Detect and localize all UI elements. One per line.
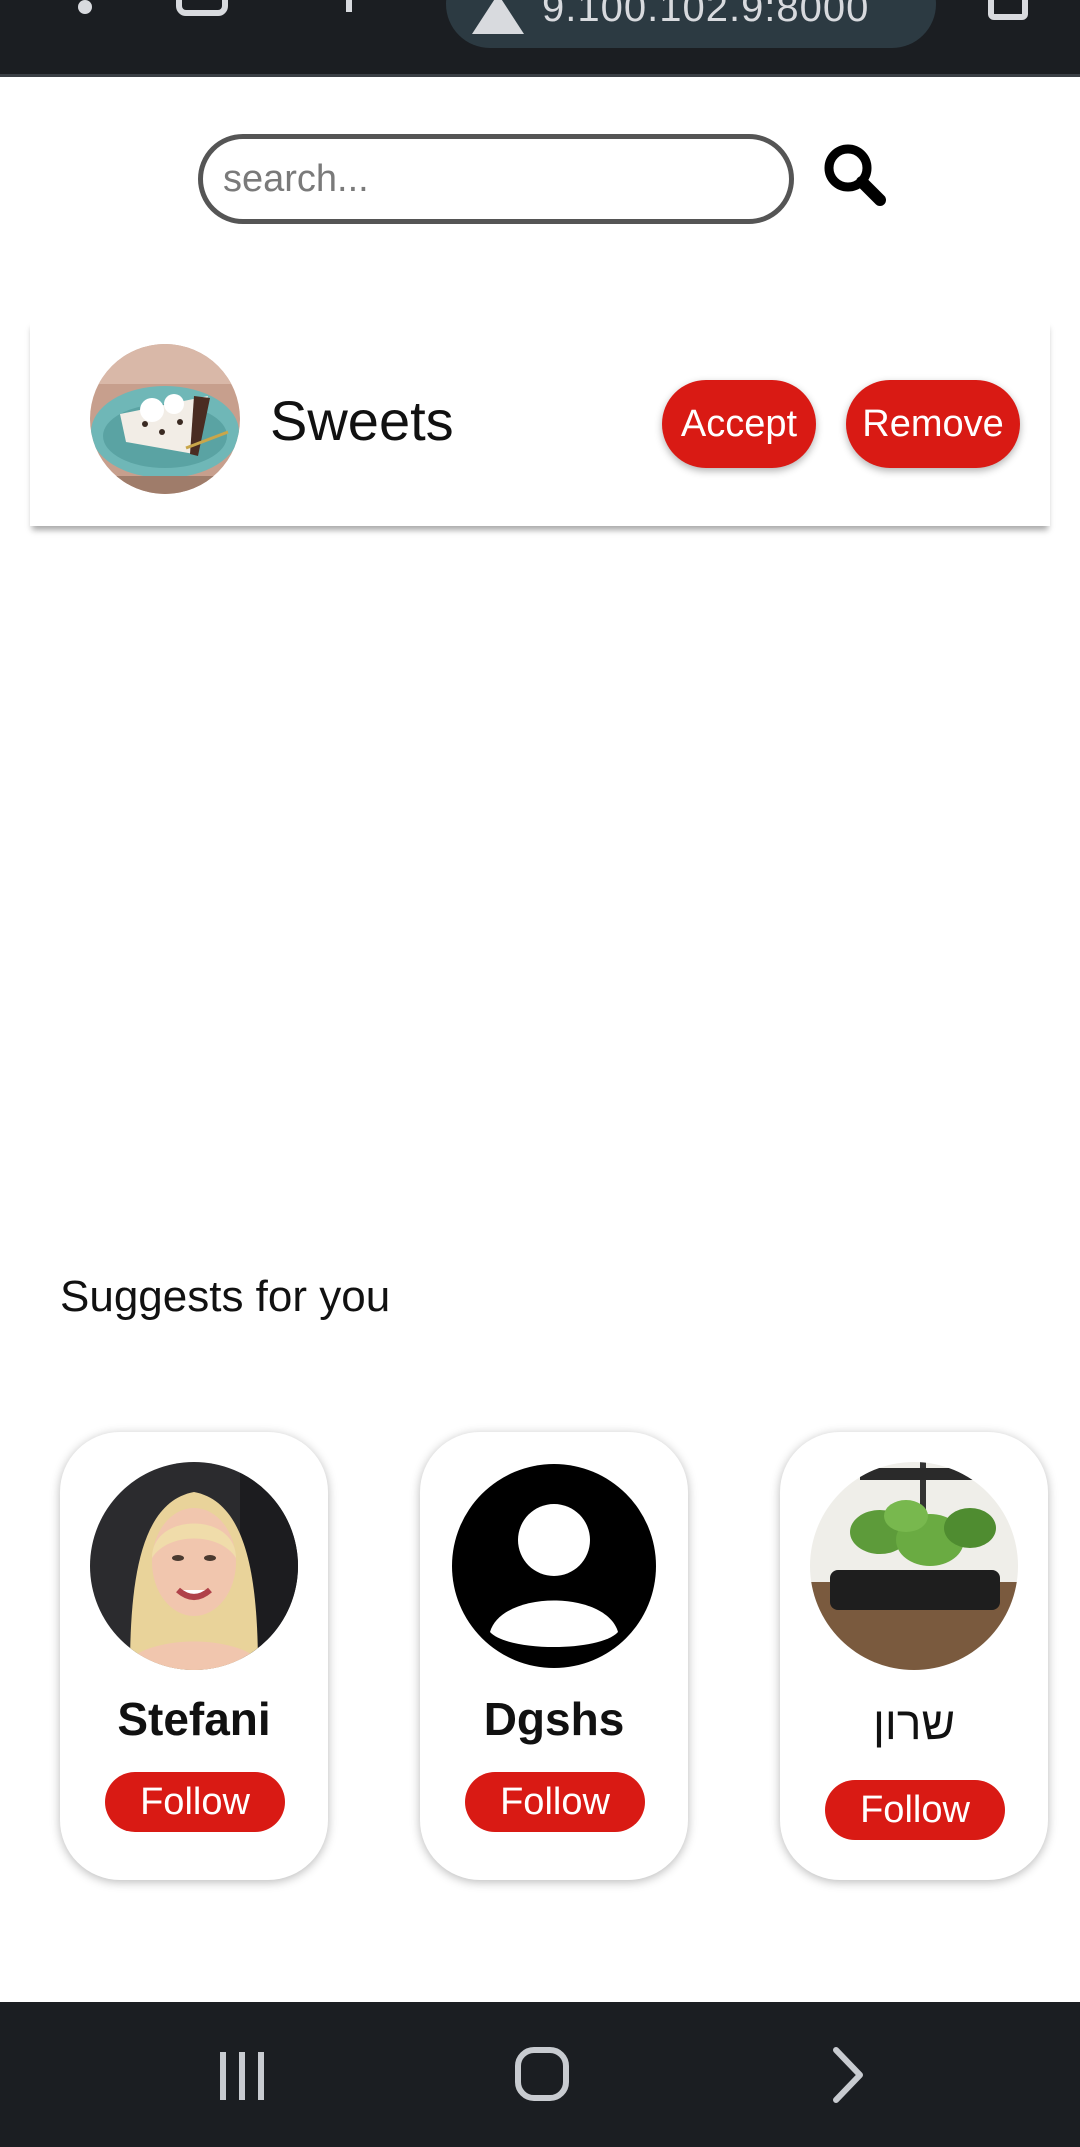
suggestion-card[interactable]: Dgshs Follow bbox=[420, 1432, 688, 1880]
chevron-right-icon[interactable] bbox=[808, 2038, 888, 2112]
search-icon[interactable] bbox=[820, 140, 890, 210]
follow-button[interactable]: Follow bbox=[825, 1780, 1005, 1840]
remove-button[interactable]: Remove bbox=[846, 380, 1020, 468]
home-icon[interactable] bbox=[502, 2038, 582, 2112]
request-name: Sweets bbox=[270, 389, 454, 452]
follow-request-row: Sweets Accept Remove bbox=[30, 320, 1050, 526]
suggestion-name: Dgshs bbox=[483, 1693, 625, 1745]
suggestion-name: Stefani bbox=[117, 1693, 271, 1745]
follow-button[interactable]: Follow bbox=[465, 1772, 645, 1832]
suggestion-avatar[interactable] bbox=[90, 1462, 298, 1670]
request-avatar[interactable] bbox=[90, 344, 240, 494]
share-icon[interactable] bbox=[346, 0, 352, 12]
address-bar[interactable]: 9.100.102.9:8000 bbox=[446, 0, 936, 48]
search-input[interactable] bbox=[198, 134, 794, 224]
system-nav-bar bbox=[0, 2002, 1080, 2147]
tabs-icon[interactable] bbox=[176, 0, 228, 16]
suggestions-title: Suggests for you bbox=[60, 1272, 391, 1321]
browser-top-bar: 9.100.102.9:8000 bbox=[0, 0, 1080, 77]
follow-button[interactable]: Follow bbox=[105, 1772, 285, 1832]
default-user-icon[interactable] bbox=[450, 1462, 658, 1670]
suggestion-card[interactable]: Stefani Follow bbox=[60, 1432, 328, 1880]
search-wrap bbox=[198, 134, 794, 224]
suggestion-card[interactable]: שרון Follow bbox=[780, 1432, 1048, 1880]
window-icon[interactable] bbox=[988, 0, 1028, 20]
suggestion-name: שרון bbox=[872, 1697, 956, 1749]
menu-dot-icon[interactable] bbox=[78, 0, 92, 14]
suggestion-avatar[interactable] bbox=[810, 1462, 1018, 1670]
warning-icon bbox=[472, 0, 524, 34]
page: 9.100.102.9:8000 search... Sweets Accept… bbox=[0, 0, 1080, 2147]
url-text: 9.100.102.9:8000 bbox=[542, 0, 870, 30]
accept-button[interactable]: Accept bbox=[662, 380, 816, 468]
recents-icon[interactable] bbox=[202, 2038, 282, 2112]
